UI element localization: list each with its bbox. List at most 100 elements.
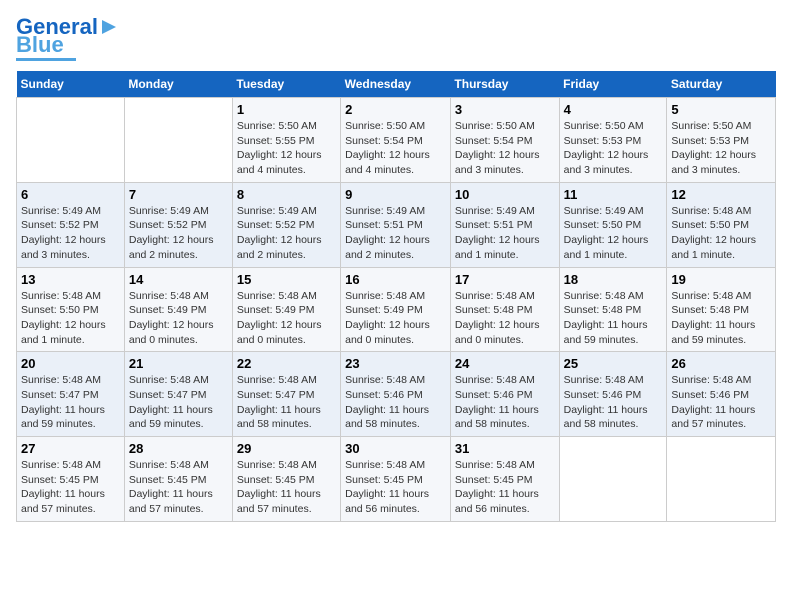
calendar-cell: 18 Sunrise: 5:48 AM Sunset: 5:48 PM Dayli…: [559, 267, 667, 352]
calendar-cell: [559, 437, 667, 522]
day-number: 5: [671, 102, 771, 117]
logo: General Blue: [16, 16, 120, 61]
day-number: 11: [564, 187, 663, 202]
calendar-cell: 29Sunrise: 5:48 AM Sunset: 5:45 PM Dayli…: [232, 437, 340, 522]
day-number: 9: [345, 187, 446, 202]
day-header-tuesday: Tuesday: [232, 71, 340, 98]
day-info: Sunrise: 5:48 AM Sunset: 5:47 PM Dayligh…: [237, 373, 336, 432]
calendar-cell: 13 Sunrise: 5:48 AM Sunset: 5:50 PM Dayli…: [17, 267, 125, 352]
calendar-cell: 5 Sunrise: 5:50 AM Sunset: 5:53 PM Daylig…: [667, 98, 776, 183]
calendar-cell: 9 Sunrise: 5:49 AM Sunset: 5:51 PM Daylig…: [341, 182, 451, 267]
day-info: Sunrise: 5:48 AM Sunset: 5:49 PM Dayligh…: [237, 289, 336, 348]
calendar-cell: 10 Sunrise: 5:49 AM Sunset: 5:51 PM Dayli…: [450, 182, 559, 267]
logo-arrow-icon: [98, 16, 120, 38]
logo-line: [16, 58, 76, 61]
day-info: Sunrise: 5:48 AM Sunset: 5:49 PM Dayligh…: [129, 289, 228, 348]
day-number: 17: [455, 272, 555, 287]
calendar-cell: 4 Sunrise: 5:50 AM Sunset: 5:53 PM Daylig…: [559, 98, 667, 183]
day-info: Sunrise: 5:48 AM Sunset: 5:46 PM Dayligh…: [671, 373, 771, 432]
day-number: 19: [671, 272, 771, 287]
calendar-cell: 31Sunrise: 5:48 AM Sunset: 5:45 PM Dayli…: [450, 437, 559, 522]
day-info: Sunrise: 5:50 AM Sunset: 5:55 PM Dayligh…: [237, 119, 336, 178]
day-info: Sunrise: 5:50 AM Sunset: 5:53 PM Dayligh…: [671, 119, 771, 178]
day-info: Sunrise: 5:48 AM Sunset: 5:48 PM Dayligh…: [671, 289, 771, 348]
day-number: 28: [129, 441, 228, 456]
calendar-cell: 8 Sunrise: 5:49 AM Sunset: 5:52 PM Daylig…: [232, 182, 340, 267]
day-info: Sunrise: 5:50 AM Sunset: 5:53 PM Dayligh…: [564, 119, 663, 178]
day-info: Sunrise: 5:48 AM Sunset: 5:48 PM Dayligh…: [455, 289, 555, 348]
calendar-cell: 22 Sunrise: 5:48 AM Sunset: 5:47 PM Dayli…: [232, 352, 340, 437]
day-header-thursday: Thursday: [450, 71, 559, 98]
calendar-cell: 15 Sunrise: 5:48 AM Sunset: 5:49 PM Dayli…: [232, 267, 340, 352]
calendar-cell: [124, 98, 232, 183]
day-number: 29: [237, 441, 336, 456]
day-header-friday: Friday: [559, 71, 667, 98]
day-info: Sunrise: 5:48 AM Sunset: 5:48 PM Dayligh…: [564, 289, 663, 348]
day-number: 16: [345, 272, 446, 287]
day-number: 12: [671, 187, 771, 202]
day-header-sunday: Sunday: [17, 71, 125, 98]
calendar-cell: 6 Sunrise: 5:49 AM Sunset: 5:52 PM Daylig…: [17, 182, 125, 267]
calendar-cell: 3Sunrise: 5:50 AM Sunset: 5:54 PM Daylig…: [450, 98, 559, 183]
day-number: 2: [345, 102, 446, 117]
calendar-cell: 19 Sunrise: 5:48 AM Sunset: 5:48 PM Dayli…: [667, 267, 776, 352]
day-number: 7: [129, 187, 228, 202]
day-number: 30: [345, 441, 446, 456]
day-info: Sunrise: 5:49 AM Sunset: 5:50 PM Dayligh…: [564, 204, 663, 263]
day-info: Sunrise: 5:49 AM Sunset: 5:52 PM Dayligh…: [237, 204, 336, 263]
day-info: Sunrise: 5:50 AM Sunset: 5:54 PM Dayligh…: [345, 119, 446, 178]
calendar-cell: 14Sunrise: 5:48 AM Sunset: 5:49 PM Dayli…: [124, 267, 232, 352]
calendar-cell: [667, 437, 776, 522]
day-info: Sunrise: 5:48 AM Sunset: 5:45 PM Dayligh…: [129, 458, 228, 517]
day-info: Sunrise: 5:48 AM Sunset: 5:50 PM Dayligh…: [21, 289, 120, 348]
calendar-cell: 2 Sunrise: 5:50 AM Sunset: 5:54 PM Daylig…: [341, 98, 451, 183]
day-info: Sunrise: 5:48 AM Sunset: 5:47 PM Dayligh…: [129, 373, 228, 432]
day-info: Sunrise: 5:48 AM Sunset: 5:46 PM Dayligh…: [564, 373, 663, 432]
day-info: Sunrise: 5:48 AM Sunset: 5:46 PM Dayligh…: [345, 373, 446, 432]
calendar-week-row: 1 Sunrise: 5:50 AM Sunset: 5:55 PM Daylig…: [17, 98, 776, 183]
day-info: Sunrise: 5:49 AM Sunset: 5:52 PM Dayligh…: [21, 204, 120, 263]
calendar-cell: 24 Sunrise: 5:48 AM Sunset: 5:46 PM Dayli…: [450, 352, 559, 437]
calendar-cell: 25Sunrise: 5:48 AM Sunset: 5:46 PM Dayli…: [559, 352, 667, 437]
calendar-table: SundayMondayTuesdayWednesdayThursdayFrid…: [16, 71, 776, 522]
calendar-cell: 23Sunrise: 5:48 AM Sunset: 5:46 PM Dayli…: [341, 352, 451, 437]
page-header: General Blue: [16, 16, 776, 61]
day-info: Sunrise: 5:48 AM Sunset: 5:46 PM Dayligh…: [455, 373, 555, 432]
day-number: 27: [21, 441, 120, 456]
calendar-week-row: 20 Sunrise: 5:48 AM Sunset: 5:47 PM Dayli…: [17, 352, 776, 437]
day-info: Sunrise: 5:48 AM Sunset: 5:47 PM Dayligh…: [21, 373, 120, 432]
calendar-cell: 1 Sunrise: 5:50 AM Sunset: 5:55 PM Daylig…: [232, 98, 340, 183]
day-number: 15: [237, 272, 336, 287]
calendar-header-row: SundayMondayTuesdayWednesdayThursdayFrid…: [17, 71, 776, 98]
calendar-cell: 26Sunrise: 5:48 AM Sunset: 5:46 PM Dayli…: [667, 352, 776, 437]
calendar-cell: 16 Sunrise: 5:48 AM Sunset: 5:49 PM Dayli…: [341, 267, 451, 352]
day-number: 20: [21, 356, 120, 371]
calendar-cell: 20 Sunrise: 5:48 AM Sunset: 5:47 PM Dayli…: [17, 352, 125, 437]
day-number: 24: [455, 356, 555, 371]
day-info: Sunrise: 5:48 AM Sunset: 5:45 PM Dayligh…: [345, 458, 446, 517]
day-info: Sunrise: 5:48 AM Sunset: 5:45 PM Dayligh…: [21, 458, 120, 517]
day-number: 10: [455, 187, 555, 202]
day-number: 21: [129, 356, 228, 371]
day-info: Sunrise: 5:49 AM Sunset: 5:52 PM Dayligh…: [129, 204, 228, 263]
day-header-saturday: Saturday: [667, 71, 776, 98]
day-number: 18: [564, 272, 663, 287]
calendar-cell: 11 Sunrise: 5:49 AM Sunset: 5:50 PM Dayli…: [559, 182, 667, 267]
day-number: 1: [237, 102, 336, 117]
day-info: Sunrise: 5:48 AM Sunset: 5:49 PM Dayligh…: [345, 289, 446, 348]
calendar-week-row: 27 Sunrise: 5:48 AM Sunset: 5:45 PM Dayli…: [17, 437, 776, 522]
day-info: Sunrise: 5:49 AM Sunset: 5:51 PM Dayligh…: [345, 204, 446, 263]
calendar-cell: 7 Sunrise: 5:49 AM Sunset: 5:52 PM Daylig…: [124, 182, 232, 267]
day-info: Sunrise: 5:49 AM Sunset: 5:51 PM Dayligh…: [455, 204, 555, 263]
calendar-cell: 12Sunrise: 5:48 AM Sunset: 5:50 PM Dayli…: [667, 182, 776, 267]
day-number: 8: [237, 187, 336, 202]
day-number: 22: [237, 356, 336, 371]
day-info: Sunrise: 5:50 AM Sunset: 5:54 PM Dayligh…: [455, 119, 555, 178]
day-number: 4: [564, 102, 663, 117]
calendar-week-row: 6 Sunrise: 5:49 AM Sunset: 5:52 PM Daylig…: [17, 182, 776, 267]
day-header-monday: Monday: [124, 71, 232, 98]
day-number: 13: [21, 272, 120, 287]
calendar-cell: 21 Sunrise: 5:48 AM Sunset: 5:47 PM Dayli…: [124, 352, 232, 437]
calendar-cell: [17, 98, 125, 183]
day-number: 6: [21, 187, 120, 202]
